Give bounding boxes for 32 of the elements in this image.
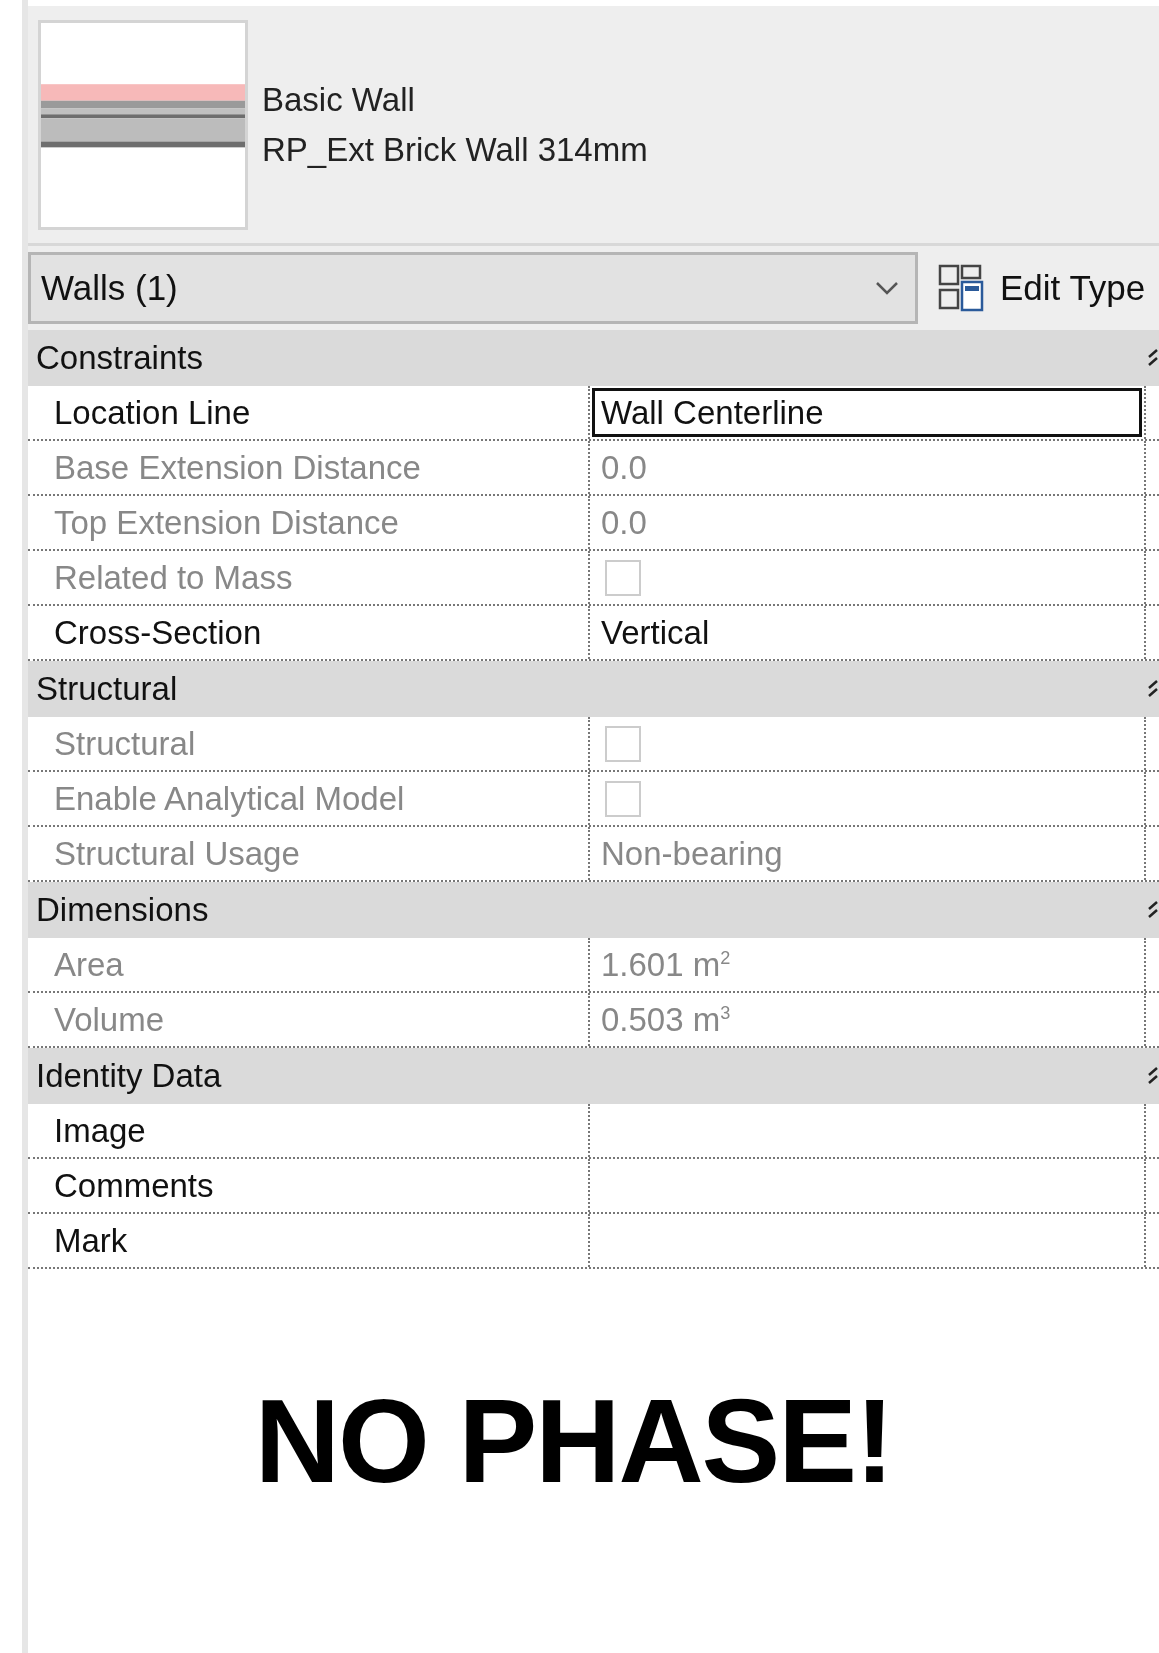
property-label: Volume <box>28 993 590 1046</box>
property-label: Mark <box>28 1214 590 1267</box>
filter-dropdown[interactable]: Walls (1) <box>28 252 918 324</box>
collapse-icon <box>1147 347 1159 369</box>
chevron-down-icon <box>875 281 899 295</box>
edit-type-button[interactable]: Edit Type <box>938 264 1146 312</box>
property-label: Structural <box>28 717 590 770</box>
active-value-field[interactable]: Wall Centerline <box>592 388 1142 437</box>
property-label: Base Extension Distance <box>28 441 590 494</box>
property-label: Top Extension Distance <box>28 496 590 549</box>
edit-type-icon <box>938 264 984 312</box>
type-name: RP_Ext Brick Wall 314mm <box>262 130 648 169</box>
group-header[interactable]: Constraints <box>28 330 1159 386</box>
property-value[interactable]: Wall Centerline <box>595 393 824 432</box>
property-label: Cross-Section <box>28 606 590 659</box>
wall-preview-icon <box>38 19 248 230</box>
caption: NO PHASE! <box>254 1374 893 1509</box>
property-label: Comments <box>28 1159 590 1212</box>
property-value[interactable]: Vertical <box>595 613 710 652</box>
collapse-icon <box>1147 899 1159 921</box>
property-label: Enable Analytical Model <box>28 772 590 825</box>
property-label: Structural Usage <box>28 827 590 880</box>
group-header[interactable]: Dimensions <box>28 882 1159 938</box>
collapse-icon <box>1147 1065 1159 1087</box>
family-name: Basic Wall <box>262 80 416 119</box>
property-label: Image <box>28 1104 590 1157</box>
collapse-icon <box>1147 678 1159 700</box>
property-label: Related to Mass <box>28 551 590 604</box>
group-header[interactable]: Structural <box>28 661 1159 717</box>
property-label: Area <box>28 938 590 991</box>
property-label: Location Line <box>28 386 590 439</box>
group-header[interactable]: Identity Data <box>28 1048 1159 1104</box>
